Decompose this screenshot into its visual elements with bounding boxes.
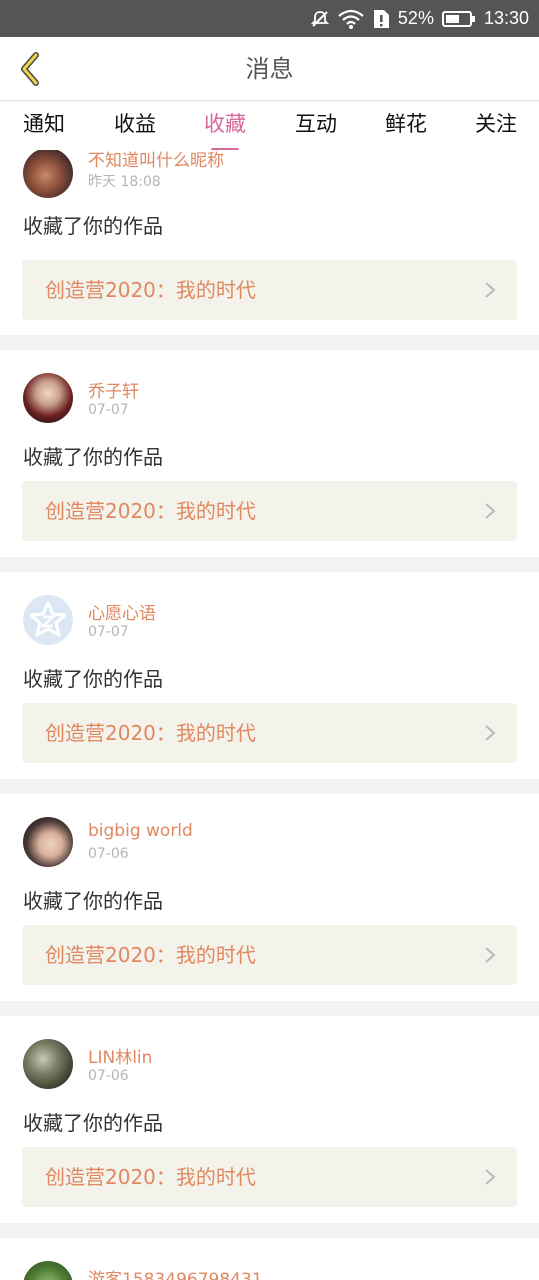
activity-text: 收藏了你的作品 (23, 214, 163, 238)
work-title: 创造营2020：我的时代 (45, 499, 256, 523)
app-header: 消息 (0, 37, 539, 101)
work-link[interactable]: 创造营2020：我的时代 (22, 260, 517, 320)
battery-percent: 52% (397, 8, 434, 28)
wifi-icon (338, 9, 364, 29)
work-title: 创造营2020：我的时代 (45, 1165, 256, 1189)
work-link[interactable]: 创造营2020：我的时代 (22, 481, 517, 541)
timestamp: 07-06 (88, 1068, 129, 1084)
status-bar: 52% 13:30 (0, 0, 539, 37)
username[interactable]: LIN林lin (88, 1043, 152, 1068)
tab-bar: 通知 收益 收藏 互动 鲜花 关注 (0, 102, 539, 152)
tab-label: 收益 (114, 112, 156, 136)
list-item: LIN林lin 07-06 收藏了你的作品 创造营2020：我的时代 (0, 1016, 539, 1223)
favorites-feed[interactable]: 不知道叫什么昵称 昨天 18:08 收藏了你的作品 创造营2020：我的时代 乔… (0, 150, 539, 1280)
page-title: 消息 (245, 55, 294, 83)
list-item: 游客1583496798431 (0, 1238, 539, 1280)
mute-icon (310, 9, 330, 29)
list-item: bigbig world 07-06 收藏了你的作品 创造营2020：我的时代 (0, 794, 539, 1001)
work-title: 创造营2020：我的时代 (45, 721, 256, 745)
avatar[interactable] (23, 817, 73, 867)
tab-label: 互动 (295, 112, 337, 136)
chevron-right-icon (485, 947, 496, 963)
tab-interactions[interactable]: 互动 (293, 108, 339, 146)
chevron-right-icon (485, 725, 496, 741)
timestamp: 07-06 (88, 846, 129, 862)
list-item: 乔子轩 07-07 收藏了你的作品 创造营2020：我的时代 (0, 350, 539, 557)
timestamp: 07-07 (88, 402, 129, 418)
tab-earnings[interactable]: 收益 (112, 108, 158, 146)
default-avatar-icon[interactable] (23, 595, 73, 645)
tab-flowers[interactable]: 鲜花 (383, 108, 429, 146)
tab-label: 收藏 (204, 112, 246, 136)
activity-text: 收藏了你的作品 (23, 1111, 163, 1135)
avatar[interactable] (23, 150, 73, 198)
timestamp: 昨天 18:08 (88, 174, 161, 190)
tab-favorites[interactable]: 收藏 (202, 108, 248, 152)
activity-text: 收藏了你的作品 (23, 889, 163, 913)
tab-notifications[interactable]: 通知 (21, 108, 67, 146)
work-link[interactable]: 创造营2020：我的时代 (22, 925, 517, 985)
clock: 13:30 (483, 8, 529, 28)
work-link[interactable]: 创造营2020：我的时代 (22, 1147, 517, 1207)
avatar[interactable] (23, 1039, 73, 1089)
sim-alert-icon (372, 9, 390, 29)
chevron-right-icon (485, 503, 496, 519)
tab-label: 通知 (23, 112, 65, 136)
tab-label: 关注 (475, 112, 517, 136)
work-title: 创造营2020：我的时代 (45, 278, 256, 302)
username[interactable]: 游客1583496798431 (88, 1265, 263, 1280)
battery-icon (441, 10, 476, 28)
activity-text: 收藏了你的作品 (23, 445, 163, 469)
list-item: 心愿心语 07-07 收藏了你的作品 创造营2020：我的时代 (0, 572, 539, 779)
list-item: 不知道叫什么昵称 昨天 18:08 收藏了你的作品 创造营2020：我的时代 (0, 150, 539, 335)
tab-following[interactable]: 关注 (473, 108, 519, 146)
activity-text: 收藏了你的作品 (23, 667, 163, 691)
chevron-right-icon (485, 282, 496, 298)
avatar[interactable] (23, 373, 73, 423)
timestamp: 07-07 (88, 624, 129, 640)
chevron-right-icon (485, 1169, 496, 1185)
username[interactable]: 乔子轩 (88, 377, 139, 402)
tab-label: 鲜花 (385, 112, 427, 136)
work-link[interactable]: 创造营2020：我的时代 (22, 703, 517, 763)
work-title: 创造营2020：我的时代 (45, 943, 256, 967)
username[interactable]: 不知道叫什么昵称 (88, 150, 224, 171)
username[interactable]: bigbig world (88, 821, 193, 841)
avatar[interactable] (23, 1261, 73, 1280)
username[interactable]: 心愿心语 (88, 599, 156, 624)
